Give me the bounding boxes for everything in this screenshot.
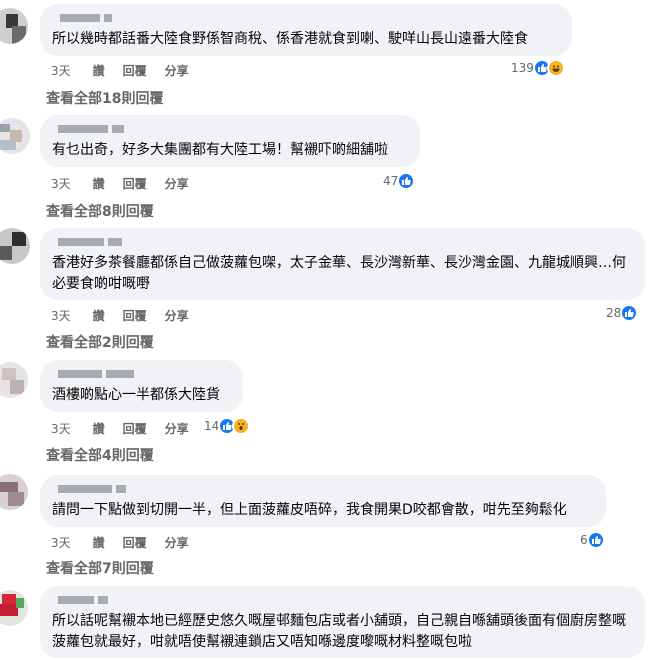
comment-bubble: 有乜出奇，好多大集團都有大陸工場！幫襯吓啲細舖啦 bbox=[40, 115, 420, 167]
author-name-redacted[interactable] bbox=[52, 594, 633, 608]
share-button[interactable]: 分享 bbox=[165, 420, 189, 436]
timestamp[interactable]: 3天 bbox=[51, 420, 71, 436]
author-name-redacted[interactable] bbox=[52, 236, 633, 250]
timestamp[interactable]: 3天 bbox=[51, 307, 71, 323]
share-button[interactable]: 分享 bbox=[165, 175, 189, 191]
reaction-summary[interactable]: 14 bbox=[204, 416, 251, 436]
share-button[interactable]: 分享 bbox=[165, 534, 189, 550]
wow-icon bbox=[232, 417, 251, 435]
comment-bubble: 香港好多茶餐廳都係自己做菠蘿包㗎，太子金華、長沙灣新華、長沙灣金園、九龍城順興…… bbox=[40, 228, 645, 300]
haha-icon bbox=[546, 59, 565, 77]
reply-button[interactable]: 回覆 bbox=[123, 62, 147, 78]
like-icon bbox=[397, 172, 416, 190]
timestamp[interactable]: 3天 bbox=[51, 62, 71, 78]
comment-bubble: 酒樓啲點心一半都係大陸貨 bbox=[40, 360, 243, 412]
comment-text: 所以幾時都話番大陸食野係智商稅、係香港就食到喇、駛咩山長山遠番大陸食 bbox=[52, 31, 528, 47]
comment-text: 有乜出奇，好多大集團都有大陸工場！幫襯吓啲細舖啦 bbox=[52, 142, 388, 158]
author-name-redacted[interactable] bbox=[52, 12, 560, 26]
reply-button[interactable]: 回覆 bbox=[123, 534, 147, 550]
share-button[interactable]: 分享 bbox=[165, 62, 189, 78]
view-replies-link[interactable]: 查看全部4則回覆 bbox=[46, 445, 154, 465]
avatar[interactable] bbox=[0, 474, 28, 510]
avatar[interactable] bbox=[0, 228, 30, 264]
reply-button[interactable]: 回覆 bbox=[123, 307, 147, 323]
view-replies-link[interactable]: 查看全部7則回覆 bbox=[46, 558, 154, 578]
like-icon bbox=[586, 531, 605, 549]
comment-actions: 3天 讚 回覆 分享 bbox=[51, 534, 207, 550]
comment-bubble: 所以話呢幫襯本地已經歷史悠久嘅屋邨麵包店或者小舖頭，自己親自喺舖頭後面有個廚房整… bbox=[40, 586, 645, 658]
timestamp[interactable]: 3天 bbox=[51, 534, 71, 550]
comment-actions: 3天 讚 回覆 分享 bbox=[51, 62, 207, 78]
avatar[interactable] bbox=[0, 118, 30, 154]
reaction-summary[interactable]: 6 bbox=[580, 530, 605, 550]
timestamp[interactable]: 3天 bbox=[51, 175, 71, 191]
comment-actions: 3天 讚 回覆 分享 bbox=[51, 307, 207, 323]
comment-actions: 3天 讚 回覆 分享 bbox=[51, 420, 207, 436]
comment-text: 所以話呢幫襯本地已經歷史悠久嘅屋邨麵包店或者小舖頭，自己親自喺舖頭後面有個廚房整… bbox=[52, 613, 626, 650]
avatar[interactable] bbox=[0, 362, 28, 398]
author-name-redacted[interactable] bbox=[52, 483, 594, 497]
reaction-count: 47 bbox=[383, 174, 399, 188]
reaction-count: 139 bbox=[511, 61, 534, 75]
reply-button[interactable]: 回覆 bbox=[123, 420, 147, 436]
view-replies-link[interactable]: 查看全部18則回覆 bbox=[46, 88, 163, 108]
reaction-count: 14 bbox=[204, 419, 220, 433]
like-button[interactable]: 讚 bbox=[93, 420, 105, 436]
comment-text: 酒樓啲點心一半都係大陸貨 bbox=[52, 387, 220, 403]
reaction-summary[interactable]: 47 bbox=[383, 171, 416, 191]
comment-text: 請問一下點做到切開一半，但上面菠蘿皮唔碎，我食開果D咬都會散，咁先至夠鬆化 bbox=[52, 502, 567, 518]
share-button[interactable]: 分享 bbox=[165, 307, 189, 323]
like-button[interactable]: 讚 bbox=[93, 307, 105, 323]
reaction-summary[interactable]: 139 bbox=[511, 58, 565, 78]
reaction-count: 28 bbox=[606, 306, 622, 320]
view-replies-link[interactable]: 查看全部8則回覆 bbox=[46, 201, 154, 221]
avatar[interactable] bbox=[0, 590, 28, 626]
author-name-redacted[interactable] bbox=[52, 123, 408, 137]
comment-bubble: 所以幾時都話番大陸食野係智商稅、係香港就食到喇、駛咩山長山遠番大陸食 bbox=[40, 4, 572, 56]
like-button[interactable]: 讚 bbox=[93, 62, 105, 78]
author-name-redacted[interactable] bbox=[52, 368, 231, 382]
like-button[interactable]: 讚 bbox=[93, 175, 105, 191]
view-replies-link[interactable]: 查看全部2則回覆 bbox=[46, 332, 154, 352]
reaction-summary[interactable]: 28 bbox=[606, 303, 639, 323]
reply-button[interactable]: 回覆 bbox=[123, 175, 147, 191]
comment-actions: 3天 讚 回覆 分享 bbox=[51, 175, 207, 191]
like-icon bbox=[620, 304, 639, 322]
comment-bubble: 請問一下點做到切開一半，但上面菠蘿皮唔碎，我食開果D咬都會散，咁先至夠鬆化 bbox=[40, 475, 606, 527]
comment-text: 香港好多茶餐廳都係自己做菠蘿包㗎，太子金華、長沙灣新華、長沙灣金園、九龍城順興…… bbox=[52, 255, 626, 292]
avatar[interactable] bbox=[0, 8, 28, 44]
like-button[interactable]: 讚 bbox=[93, 534, 105, 550]
